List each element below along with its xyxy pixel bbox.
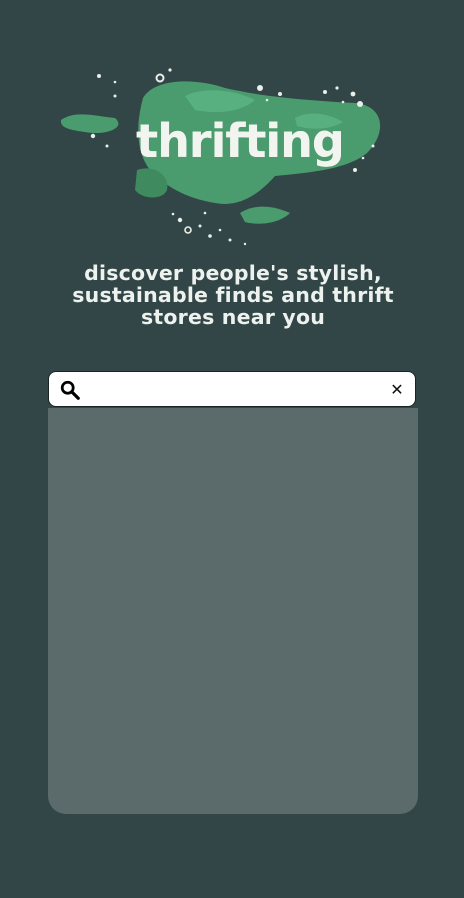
- close-icon[interactable]: ✕: [387, 379, 407, 399]
- search-input[interactable]: [89, 376, 383, 404]
- tagline: discover people's stylish, sustainable f…: [72, 261, 394, 329]
- search-icon[interactable]: [59, 379, 81, 401]
- search-bar[interactable]: ✕: [48, 371, 416, 407]
- search-results-panel: [48, 408, 418, 814]
- logo-text: thrifting: [136, 114, 345, 168]
- app-logo: thrifting: [55, 58, 395, 258]
